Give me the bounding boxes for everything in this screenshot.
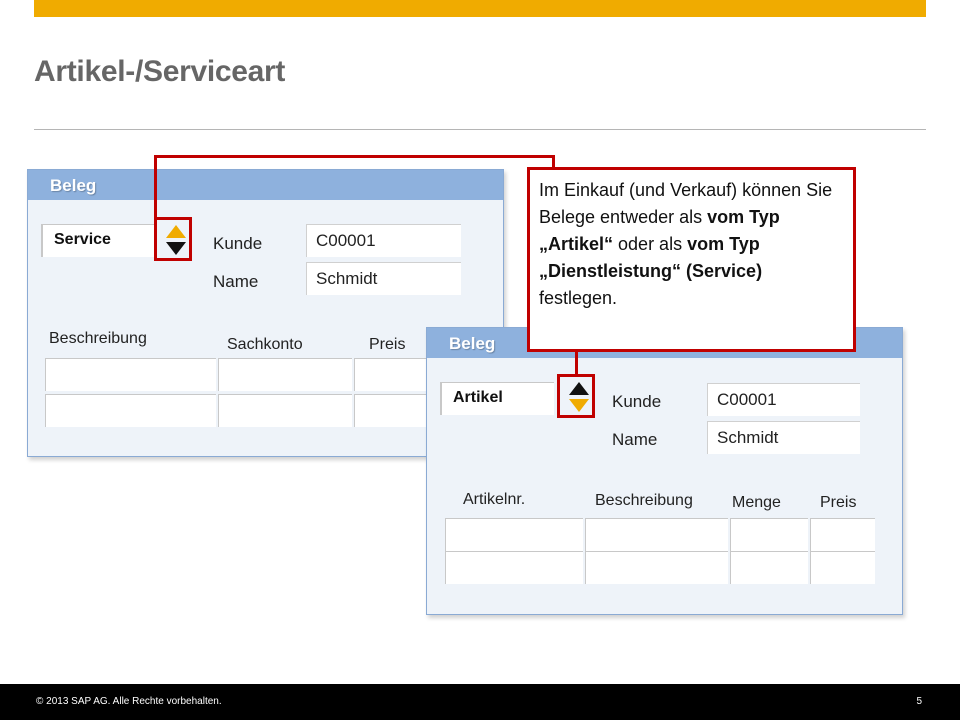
table-cell[interactable]: [354, 394, 429, 427]
kunde-label: Kunde: [213, 234, 263, 253]
table-cell[interactable]: [218, 358, 352, 391]
table-cell[interactable]: [45, 358, 216, 391]
column-header: Menge: [732, 494, 781, 511]
footer-bar: © 2013 SAP AG. Alle Rechte vorbehalten. …: [0, 684, 960, 720]
kunde-field[interactable]: C00001: [306, 224, 461, 257]
connector-line: [575, 350, 578, 376]
table-cell[interactable]: [810, 518, 875, 551]
panel-header-label: Beleg: [50, 176, 97, 195]
column-header: Beschreibung: [595, 492, 693, 509]
callout-text: oder als: [613, 234, 688, 254]
table-cell[interactable]: [445, 518, 583, 551]
table-cell[interactable]: [445, 551, 583, 584]
name-value: Schmidt: [316, 269, 378, 288]
connector-line: [154, 155, 555, 158]
connector-line: [154, 155, 157, 219]
callout-text: festlegen.: [539, 288, 618, 308]
document-type-select[interactable]: Artikel: [440, 382, 554, 415]
arrow-down-icon: [166, 242, 186, 255]
arrow-up-icon: [569, 382, 589, 395]
panel-header-label: Beleg: [449, 334, 496, 353]
column-header: Artikelnr.: [463, 491, 526, 508]
table-cell[interactable]: [45, 394, 216, 427]
name-field[interactable]: Schmidt: [707, 421, 860, 454]
kunde-value: C00001: [316, 231, 376, 250]
column-header: Preis: [820, 494, 857, 511]
document-panel-artikel: Beleg Artikel Kunde C00001 Name Schmidt …: [426, 327, 903, 615]
table-cell[interactable]: [218, 394, 352, 427]
up-down-spinner-icon[interactable]: [154, 217, 192, 261]
arrow-up-icon: [166, 225, 186, 238]
arrow-down-icon: [569, 399, 589, 412]
name-label: Name: [612, 430, 658, 449]
callout-text: Im Einkauf (und Verkauf) können Sie Bele…: [539, 180, 833, 227]
table-cell[interactable]: [354, 358, 429, 391]
title-divider: [34, 129, 926, 130]
document-type-value: Artikel: [453, 389, 503, 406]
table-cell[interactable]: [730, 518, 808, 551]
page-number: 5: [916, 696, 922, 707]
slide-title: Artikel-/Serviceart: [34, 55, 286, 88]
name-label: Name: [213, 272, 259, 291]
document-type-value: Service: [54, 231, 111, 248]
up-down-spinner-icon[interactable]: [557, 374, 595, 418]
column-header: Beschreibung: [49, 330, 147, 347]
kunde-field[interactable]: C00001: [707, 383, 860, 416]
panel-header: Beleg: [28, 170, 503, 200]
name-value: Schmidt: [717, 428, 779, 447]
name-field[interactable]: Schmidt: [306, 262, 461, 295]
table-cell[interactable]: [810, 551, 875, 584]
table-cell[interactable]: [730, 551, 808, 584]
top-accent-bar: [34, 0, 926, 17]
kunde-label: Kunde: [612, 392, 662, 411]
footer-copyright: © 2013 SAP AG. Alle Rechte vorbehalten.: [36, 696, 222, 707]
explanation-callout: Im Einkauf (und Verkauf) können Sie Bele…: [527, 167, 856, 352]
document-type-select[interactable]: Service: [41, 224, 155, 257]
kunde-value: C00001: [717, 390, 777, 409]
column-header: Sachkonto: [227, 336, 303, 353]
table-cell[interactable]: [585, 551, 728, 584]
table-cell[interactable]: [585, 518, 728, 551]
column-header: Preis: [369, 336, 406, 353]
